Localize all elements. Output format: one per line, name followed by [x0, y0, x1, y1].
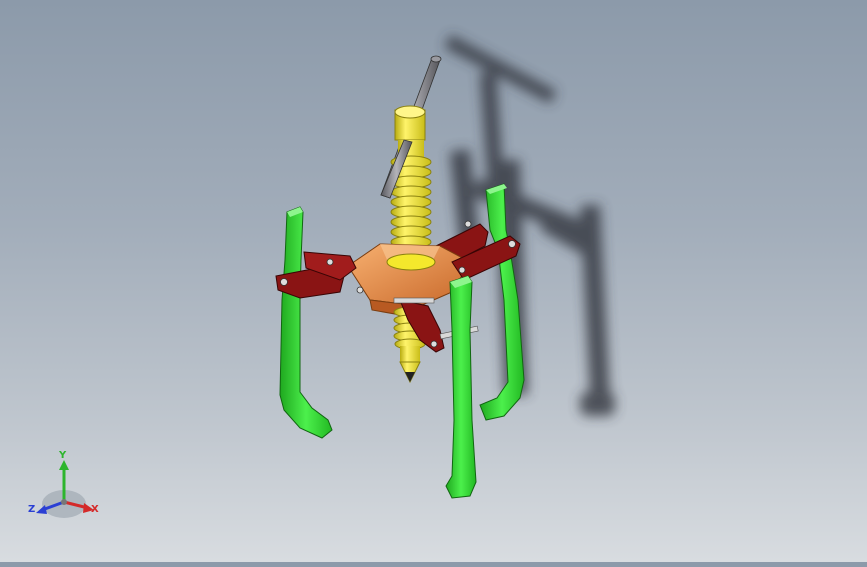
x-axis-label: X: [91, 504, 99, 515]
coordinate-triad[interactable]: [36, 460, 94, 518]
model-canvas[interactable]: [0, 0, 867, 562]
y-axis-label: Y: [59, 450, 67, 461]
triad-origin: [61, 499, 67, 505]
y-axis-arrow-icon: [59, 460, 69, 470]
z-axis-label: Z: [28, 504, 36, 515]
screw-spindle[interactable]: [390, 105, 432, 259]
arm-front[interactable]: [445, 275, 477, 499]
graphics-viewport[interactable]: Y X Z: [0, 0, 867, 562]
arm-left[interactable]: [279, 206, 333, 439]
